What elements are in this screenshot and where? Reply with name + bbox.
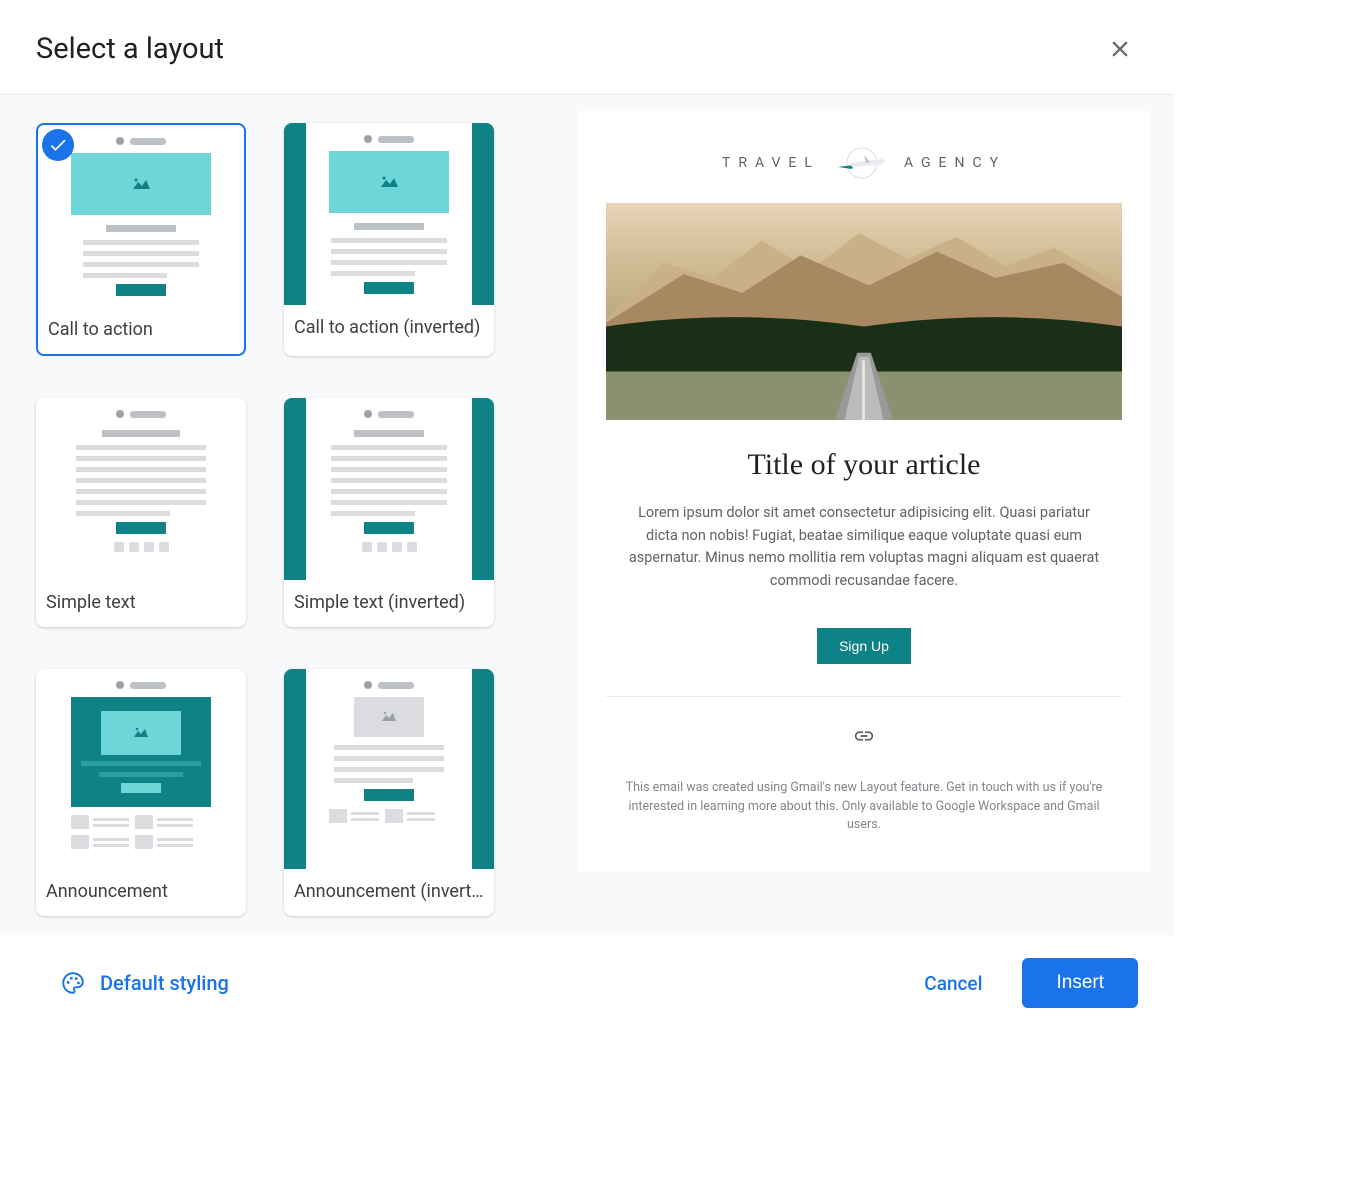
layout-thumbnail	[284, 398, 494, 580]
layout-thumbnail	[284, 669, 494, 869]
modal-footer: Default styling Cancel Insert	[0, 935, 1174, 1030]
layout-card-announcement-inverted[interactable]: Announcement (inverted)	[284, 669, 494, 916]
layout-card-simple-text[interactable]: Simple text	[36, 398, 246, 627]
layout-thumbnail	[36, 669, 246, 869]
palette-icon	[60, 970, 86, 996]
default-styling-button[interactable]: Default styling	[60, 970, 229, 996]
layout-card-announcement[interactable]: Announcement	[36, 669, 246, 916]
preview-content: TRAVEL AGENCY	[578, 111, 1150, 871]
preview-panel: TRAVEL AGENCY	[570, 95, 1174, 935]
modal-title: Select a layout	[36, 32, 224, 66]
insert-button[interactable]: Insert	[1022, 958, 1138, 1008]
check-icon	[48, 135, 68, 155]
layouts-panel: Call to action Call to action	[0, 95, 570, 935]
layout-label: Announcement (inverted)	[284, 869, 494, 916]
close-icon	[1107, 36, 1133, 62]
styling-label: Default styling	[100, 971, 229, 995]
layout-label: Call to action	[38, 307, 244, 354]
layout-label: Simple text (inverted)	[284, 580, 494, 627]
preview-hero-image	[606, 203, 1122, 420]
preview-separator	[606, 696, 1122, 697]
preview-cta-button[interactable]: Sign Up	[817, 628, 911, 664]
layout-label: Call to action (inverted)	[284, 305, 494, 352]
layout-thumbnail	[284, 123, 494, 305]
layouts-grid: Call to action Call to action	[36, 123, 534, 916]
preview-footer-text: This email was created using Gmail's new…	[624, 779, 1104, 835]
link-icon	[853, 725, 875, 751]
layout-label: Simple text	[36, 580, 246, 627]
layout-label: Announcement	[36, 869, 246, 916]
modal-header: Select a layout	[0, 0, 1174, 95]
preview-logo: TRAVEL AGENCY	[722, 147, 1006, 179]
layout-card-call-to-action[interactable]: Call to action	[36, 123, 246, 356]
cancel-button[interactable]: Cancel	[912, 962, 994, 1005]
layout-thumbnail	[36, 398, 246, 580]
layout-select-modal: Select a layout	[0, 0, 1174, 1030]
footer-actions: Cancel Insert	[912, 958, 1138, 1008]
selected-badge	[42, 129, 74, 161]
modal-body: Call to action Call to action	[0, 95, 1174, 935]
preview-title: Title of your article	[747, 448, 980, 482]
logo-text-left: TRAVEL	[722, 155, 820, 171]
preview-body-text: Lorem ipsum dolor sit amet consectetur a…	[624, 502, 1104, 592]
close-button[interactable]	[1106, 35, 1134, 63]
layout-card-call-to-action-inverted[interactable]: Call to action (inverted)	[284, 123, 494, 356]
layout-card-simple-text-inverted[interactable]: Simple text (inverted)	[284, 398, 494, 627]
plane-icon	[832, 147, 892, 179]
logo-text-right: AGENCY	[904, 155, 1006, 171]
